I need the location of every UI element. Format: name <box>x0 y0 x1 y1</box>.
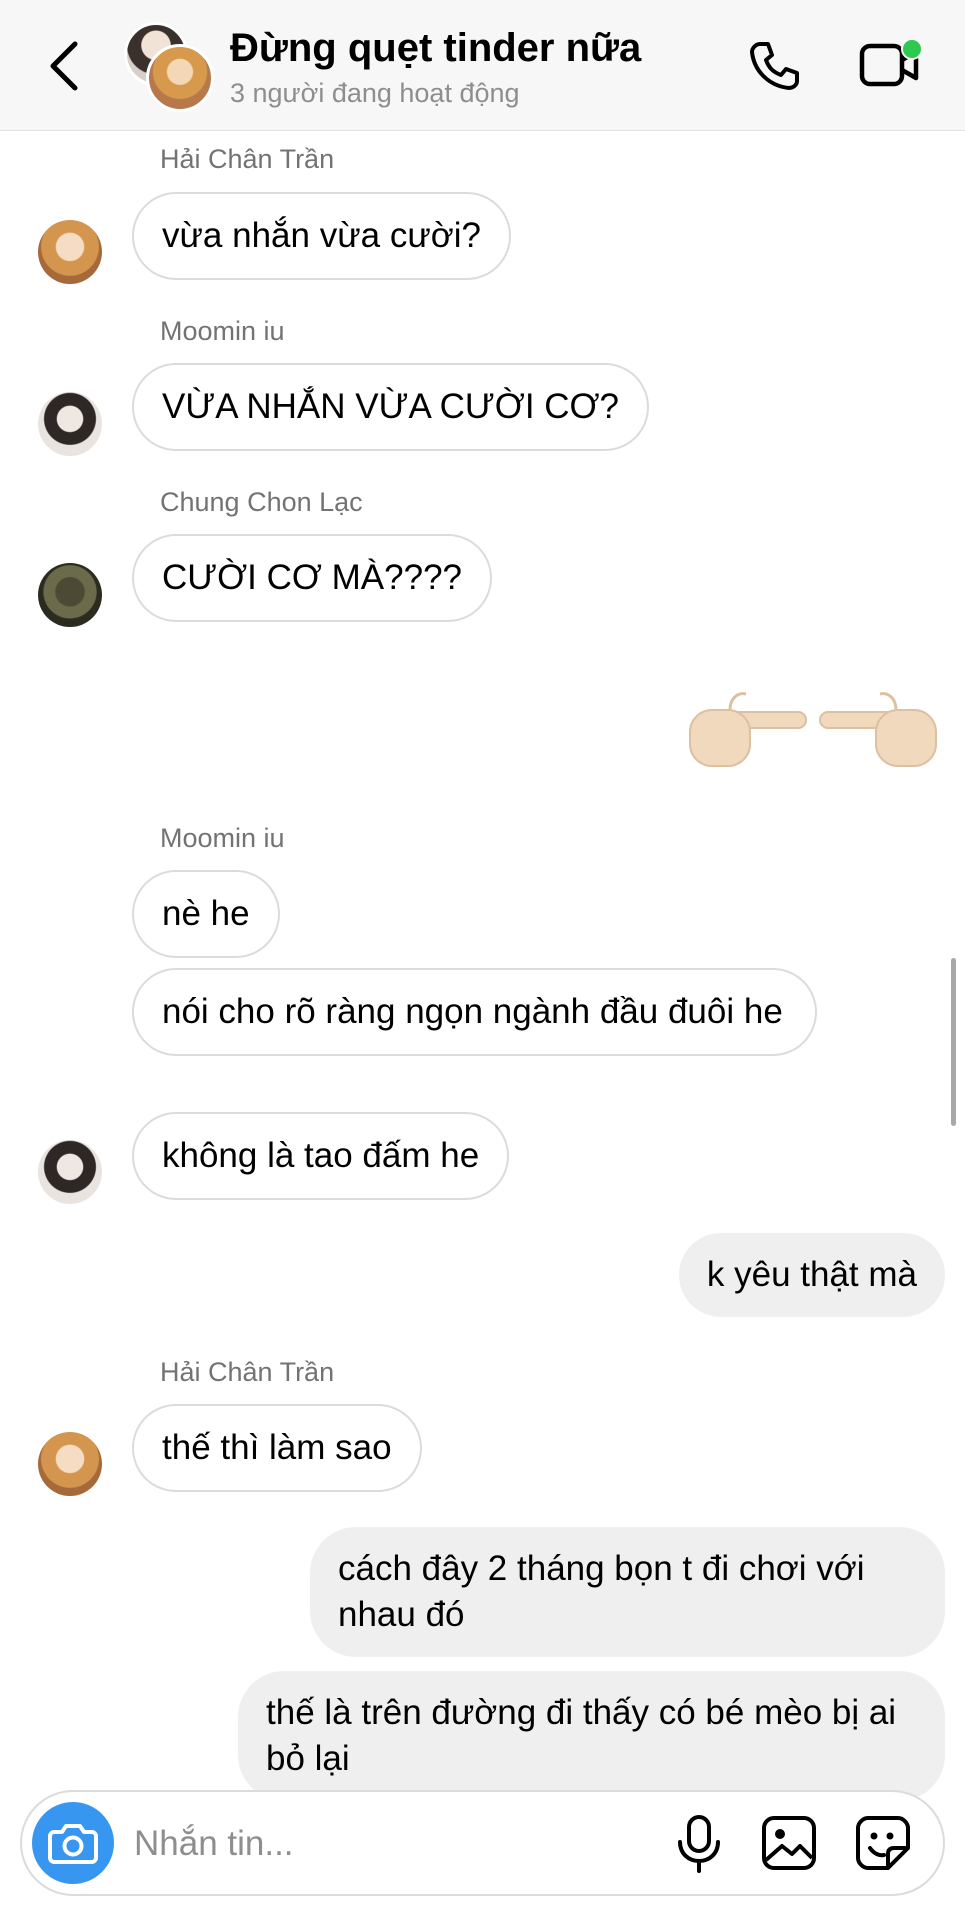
message-bubble[interactable]: VỪA NHẮN VỪA CƯỜI CƠ? <box>132 363 650 451</box>
sender-name: Hải Chân Trần <box>160 144 335 174</box>
sender-name: Moomin iu <box>160 316 285 346</box>
active-status: 3 người đang hoạt động <box>230 78 520 108</box>
call-button[interactable] <box>746 38 802 94</box>
back-button[interactable] <box>45 38 85 94</box>
message-composer <box>20 1790 945 1896</box>
my-message-bubble[interactable]: k yêu thật mà <box>678 1233 945 1317</box>
message-bubble[interactable]: CƯỜI CƠ MÀ???? <box>132 534 492 622</box>
phone-icon <box>750 42 799 90</box>
my-message-bubble[interactable]: cách đây 2 tháng bọn t đi chơi với nhau … <box>310 1527 945 1657</box>
sender-name: Chung Chon Lạc <box>160 487 363 517</box>
group-avatar-member-2 <box>146 44 214 112</box>
message-bubble[interactable]: vừa nhắn vừa cười? <box>132 192 511 280</box>
avatar[interactable] <box>38 392 102 456</box>
pointing-hand-left-icon <box>819 692 937 767</box>
sender-name: Hải Chân Trần <box>160 1357 335 1387</box>
chevron-left-icon <box>50 41 78 91</box>
camera-button[interactable] <box>32 1802 114 1884</box>
sticker-icon <box>856 1816 910 1870</box>
group-avatar[interactable] <box>124 22 214 112</box>
avatar[interactable] <box>38 1140 102 1204</box>
image-icon <box>762 1816 816 1870</box>
message-bubble[interactable]: thế thì làm sao <box>132 1404 422 1492</box>
gallery-button[interactable] <box>760 1814 818 1872</box>
message-bubble[interactable]: nói cho rõ ràng ngọn ngành đầu đuôi he <box>132 968 817 1056</box>
sender-name: Moomin iu <box>160 823 285 853</box>
avatar[interactable] <box>38 1432 102 1496</box>
message-bubble[interactable]: không là tao đấm he <box>132 1112 510 1200</box>
pointing-fingers-emoji[interactable] <box>684 688 942 774</box>
camera-icon <box>48 1824 98 1864</box>
avatar[interactable] <box>38 220 102 284</box>
microphone-button[interactable] <box>674 1814 724 1874</box>
chat-header: Đừng quẹt tinder nữa 3 người đang hoạt đ… <box>0 0 965 131</box>
pointing-hand-right-icon <box>689 692 807 767</box>
sticker-button[interactable] <box>854 1814 912 1872</box>
microphone-icon <box>678 1815 720 1873</box>
message-bubble[interactable]: nè he <box>132 870 280 958</box>
scrollbar[interactable] <box>951 958 956 1126</box>
my-message-bubble[interactable]: thế là trên đường đi thấy có bé mèo bị a… <box>238 1671 945 1801</box>
chat-title[interactable]: Đừng quẹt tinder nữa <box>230 26 641 71</box>
online-indicator <box>901 38 923 60</box>
message-input[interactable] <box>132 1814 656 1874</box>
avatar[interactable] <box>38 563 102 627</box>
